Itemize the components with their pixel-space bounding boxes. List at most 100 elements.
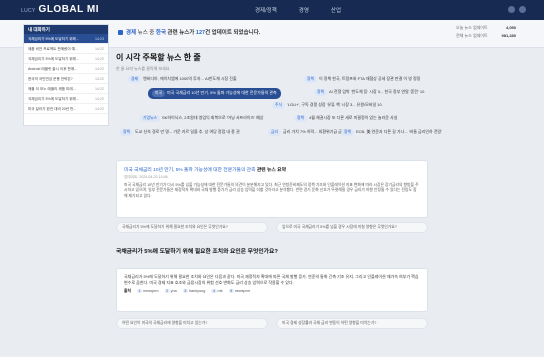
sidebar-chat-item[interactable]: Android 태블릿 출시 이후 판매... 14:22: [24, 64, 108, 74]
followup-questions: 어떤 요인이 미국의 국채금리에 영향을 미치고 있는가? 미국 경제 성장률과…: [116, 318, 428, 329]
logo-main-text: GLOBAL MI: [38, 4, 99, 15]
sources-label: 출처: [124, 288, 131, 293]
nav-item-management[interactable]: 경영: [299, 6, 309, 14]
stat-value: 4,050: [505, 25, 516, 30]
chat-item-time: 14:22: [95, 67, 104, 71]
main-nav: 경제/정책 경영 산업: [255, 6, 341, 14]
chat-item-time: 14:22: [95, 97, 104, 101]
stat-label: 전체 뉴스 업데이트: [456, 33, 488, 38]
tag-chip: 정책: [341, 129, 354, 136]
source-name: newsprm: [234, 289, 251, 294]
chat-item-label: 국채금리가 5%에 도달하기 위해...: [28, 97, 79, 101]
sidebar-chat-item[interactable]: 제품 비전 프로젝트 판매량이 예... 14:22: [24, 44, 108, 54]
category-text: 경제: [126, 30, 137, 36]
related-question-chip[interactable]: 국채금리가 5%에 도달하기 위해 필요한 조치와 요인은 무엇인가요?: [116, 222, 268, 233]
nav-item-economy[interactable]: 경제/정책: [255, 6, 277, 14]
headline-tag[interactable]: 정책 이 정책 한국, 트럼프와 FTA 재협상 공세 장관 판결 이 영 정정: [304, 76, 420, 83]
country-text: 한국: [155, 30, 167, 36]
nav-item-industry[interactable]: 산업: [331, 6, 341, 14]
top-icon-group: [508, 6, 526, 13]
tag-chip: 정책: [304, 76, 317, 83]
source-number: 4: [211, 289, 217, 294]
update-count: 127: [195, 30, 206, 36]
headline-tag-selected[interactable]: 미국 미국 국채금리 10년 만기, 5% 돌파 가능성에 대한 전문가들의 관측: [148, 88, 281, 99]
followup-question-chip[interactable]: 미국 경제 성장률과 국채 금리 변동이 어떤 영향을 미치는가?: [276, 318, 428, 329]
chat-item-label: 미국 달러가 완전 대비 20년 만...: [28, 107, 77, 111]
stat-total: 전체 뉴스 업데이트 981,280: [456, 33, 516, 39]
tag-text: 엔비디아, 에이치엠에 1000억 투자... AI반도체 시장 진출: [143, 76, 237, 81]
tag-chip: 정책: [314, 89, 327, 96]
sidebar-chat-item[interactable]: 국채금리가 5%에 도달하기 위해... 14:23: [24, 34, 108, 44]
tag-text: 도교 신속 경로 만 명... 가운 카르 일을 추, 상 여당 정점 내 종 …: [135, 129, 240, 134]
sidebar-chat-item[interactable]: 국채금리가 5%에 도달하기 위해... 14:22: [24, 54, 108, 64]
source-link[interactable]: 4 mk: [211, 289, 223, 294]
headline-tag[interactable]: 경제 엔비디아, 에이치엠에 1000억 투자... AI반도체 시장 진출: [128, 76, 237, 83]
related-questions: 국채금리가 5%에 도달하기 위해 필요한 조치와 요인은 무엇인가요? 앞으로…: [116, 222, 428, 233]
sidebar-title[interactable]: 내 대화하기: [24, 25, 108, 34]
headline-tag[interactable]: 정책 ECB, 美 연준과 다른 길 가나... '비둘 금리인하 전망': [341, 129, 442, 136]
headline-tag[interactable]: 정책 도교 신속 경로 만 명... 가운 카르 일을 추, 상 여당 정점 내 …: [120, 129, 240, 136]
summary-body: 미국 국채금리 10년 만기가 다시 5%를 넘을 가능성에 대한 전문가들의 …: [124, 183, 419, 198]
chat-item-time: 14:22: [95, 107, 104, 111]
stat-value: 981,280: [501, 33, 516, 38]
settings-icon[interactable]: [519, 6, 526, 13]
tag-text: 4월 채권시장 또 다른 새로 미결정이 었는 놀라운 사실: [309, 115, 398, 120]
stat-label: 오늘 뉴스 업데이트: [456, 25, 488, 30]
chat-history-sidebar: 내 대화하기 국채금리가 5%에 도달하기 위해... 14:23 제품 비전 프…: [23, 24, 109, 126]
headline-tag[interactable]: 기업뉴스 SK하이닉스, 2조원대 영업익 회복으로 '어닝 서프라이즈' 예상: [140, 115, 264, 122]
followup-question-chip[interactable]: 어떤 요인이 미국의 국채금리에 영향을 미치고 있는가?: [116, 318, 268, 329]
source-number: 5: [228, 289, 234, 294]
sidebar-chat-item[interactable]: 애플 이 모노 애플리 제품 미래... 14:22: [24, 84, 108, 94]
chat-item-time: 14:22: [95, 87, 104, 91]
sidebar-chat-item[interactable]: 한국의 국민연금 운용 전략은? 14:22: [24, 74, 108, 84]
headline-tag[interactable]: 정책 AI 전쟁 임박 '반도체 등' 시장 3... 한국 정부 연말 '혼란'…: [314, 89, 424, 96]
related-question-chip[interactable]: 앞으로 미국 국채금리가 5%를 넘을 경우 시장에 미칠 영향은 무엇인가요?: [276, 222, 428, 233]
answer-sources: 출처 1 newsprm 2 yna 3 hankyung 4 mk 5 newsprm: [124, 289, 420, 294]
chat-item-time: 14:22: [95, 77, 104, 81]
chat-item-time: 14:22: [95, 47, 104, 51]
headline-tag[interactable]: 정책 4월 채권시장 또 다른 새로 미결정이 었는 놀라운 사실: [294, 115, 397, 122]
answer-body: 국채금리가 5%에 도달하기 위해 필요한 조치와 요인은 다음과 같다. 미국…: [124, 274, 419, 285]
tag-text: ECB, 美 연준과 다른 길 가나... '비둘 금리인하 전망': [356, 129, 442, 134]
tag-text: 'LGU+', 구독 경쟁 성장 '유튜 책' 시장 3... 유원/모바일 1…: [287, 102, 382, 107]
update-message: 경제 뉴스 중 한국 관련 뉴스가 127건 업데이트 되었습니다.: [118, 28, 260, 36]
chat-item-label: 한국의 국민연금 운용 전략은?: [28, 77, 73, 81]
tag-chip: 기업뉴스: [140, 115, 160, 122]
headline-tag[interactable]: 금리 금리 가치 7% 하락... 외환위기급 급락: [268, 129, 346, 136]
chat-item-label: 애플 이 모노 애플리 제품 미래...: [28, 87, 76, 91]
source-number: 2: [164, 289, 170, 294]
source-link[interactable]: 5 newsprm: [228, 289, 251, 294]
app-logo[interactable]: LUCY GLOBAL MI: [21, 4, 99, 15]
source-link[interactable]: 1 newsprm: [137, 289, 159, 294]
user-icon[interactable]: [508, 6, 515, 13]
source-name: hankyung: [188, 289, 206, 294]
question-title: 국채금리가 5%에 도달하기 위해 필요한 조치와 요인은 무엇인가요?: [116, 249, 278, 255]
chat-item-time: 14:22: [95, 57, 104, 61]
sidebar-chat-item[interactable]: 미국 달러가 완전 대비 20년 만... 14:22: [24, 104, 108, 114]
chat-item-time: 14:23: [95, 37, 104, 41]
summary-title: 미국 국채금리 10년 만기, 5% 돌파 가능성에 대한 전문가들의 관측 관…: [124, 166, 420, 173]
headline-section-header: 이 시각 주목할 뉴스 한 줄 한 줄 요약 뉴스를 클릭해 보세요.: [116, 50, 428, 72]
headline-tag-cloud: 경제 엔비디아, 에이치엠에 1000억 투자... AI반도체 시장 진출 정책…: [116, 74, 442, 152]
summary-title-tail: 관련 뉴스 요약: [255, 168, 286, 173]
update-text-mid: 뉴스 중: [136, 30, 156, 36]
chat-item-label: 국채금리가 5%에 도달하기 위해...: [28, 37, 79, 41]
tag-chip: 경제: [128, 76, 141, 83]
summary-title-topic: 미국 국채금리 10년 만기, 5% 돌파 가능성에 대한 전문가들의 관측: [124, 168, 256, 173]
source-link[interactable]: 2 yna: [164, 289, 177, 294]
sidebar-chat-item[interactable]: 국채금리가 5%에 도달하기 위해... 14:22: [24, 94, 108, 104]
chat-item-label: Android 태블릿 출시 이후 판매...: [28, 67, 78, 71]
source-link[interactable]: 3 hankyung: [182, 289, 206, 294]
source-number: 3: [182, 289, 188, 294]
section-subtitle: 한 줄 요약 뉴스를 클릭해 보세요.: [116, 66, 171, 71]
tag-text: SK하이닉스, 2조원대 영업익 회복으로 '어닝 서프라이즈' 예상: [161, 115, 264, 120]
source-number: 1: [137, 289, 143, 294]
news-summary-card: 미국 국채금리 10년 만기, 5% 돌파 가능성에 대한 전문가들의 관측 관…: [116, 160, 428, 218]
tag-text: 이 정책 한국, 트럼프와 FTA 재협상 공세 장관 판결 이 영 정정: [319, 76, 421, 81]
tag-text: 금리 가치 7% 하락... 외환위기급 급락: [283, 129, 346, 134]
top-navigation-bar: LUCY GLOBAL MI 경제/정책 경영 산업: [0, 0, 544, 20]
answer-card: 국채금리가 5%에 도달하기 위해 필요한 조치와 요인은 다음과 같다. 미국…: [116, 268, 428, 312]
tag-chip: 주식: [272, 102, 285, 109]
headline-tag[interactable]: 주식 'LGU+', 구독 경쟁 성장 '유튜 책' 시장 3... 유원/모바일…: [272, 102, 382, 109]
tag-text: 미국 국채금리 10년 만기, 5% 돌파 가능성에 대한 전문가들의 관측: [167, 90, 277, 95]
